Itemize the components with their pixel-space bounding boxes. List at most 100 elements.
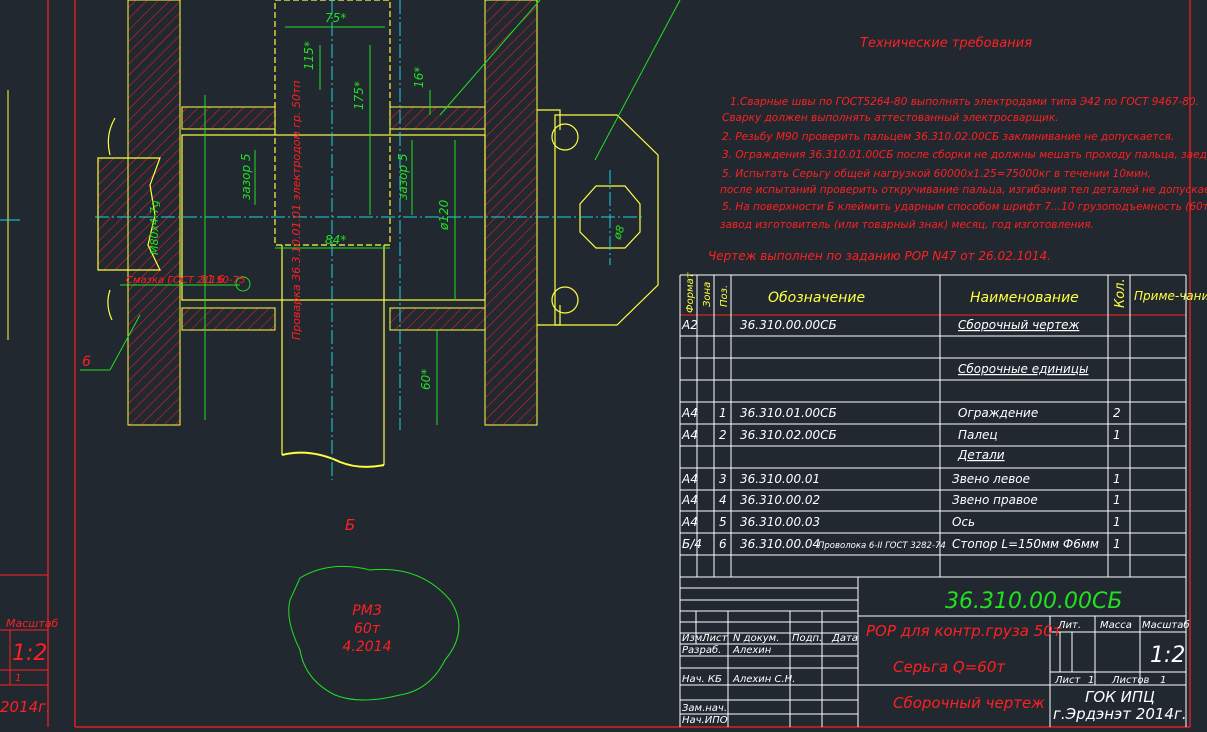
product-line2: Серьга Q=60т (893, 658, 1006, 676)
cell-qty: 1 (1113, 537, 1121, 551)
cell-pos: 6 (719, 537, 727, 551)
cell-name: Ось (952, 515, 975, 529)
dim-84: 84* (325, 233, 346, 247)
stamp-line1: РМЗ (352, 603, 382, 619)
cell-pos: 4 (719, 493, 727, 507)
cell-format: А4 (681, 406, 698, 420)
tech-line-8: завод изготовитель (или товарный знак) м… (720, 219, 1094, 231)
lit-label: Лит. (1057, 620, 1081, 631)
org-line2: г.Эрдэнэт 2014г. (1053, 705, 1187, 723)
col-ndoc: N докум. (733, 633, 779, 644)
spec-row: А4 1 36.310.01.00СБ Ограждение 2 (681, 406, 1121, 420)
view-b-label: Б (345, 516, 355, 534)
tech-line-1: 1.Сварные швы по ГОСТ5264-80 выполнять э… (730, 96, 1199, 108)
gap-right: зазор 5 (396, 153, 410, 200)
cell-name: Сборочные единицы (958, 362, 1088, 376)
sheet-num: 1 (1088, 675, 1094, 686)
cell-format: А2 (681, 318, 698, 332)
cell-format: А4 (681, 428, 698, 442)
spec-row: Сборочные единицы (958, 362, 1088, 376)
nach-ipo-label: Нач.ИПО (682, 715, 728, 726)
doc-type: Сборочный чертеж (893, 694, 1045, 712)
massa-label: Масса (1100, 620, 1132, 631)
tech-line-7: 5. На поверхности Б клеймить ударным спо… (722, 201, 1207, 213)
stamp-area: РМЗ 60т 4.2014 (288, 565, 460, 701)
cell-designation: 36.310.00.00СБ (740, 318, 837, 332)
zam-nach-label: Зам.нач. (682, 703, 727, 714)
cell-pos: 3 (719, 472, 727, 486)
cell-designation: 36.310.01.00СБ (740, 406, 837, 420)
weld-note: Проварка 36.3.10.01.01 электродом гр. 50… (290, 80, 303, 340)
stamp-line3: 4.2014 (343, 639, 392, 655)
cell-format: Б/4 (682, 537, 702, 551)
dim-16: 16* (412, 67, 426, 88)
left-scale: 1:2 (12, 641, 47, 666)
spec-row: А4 4 36.310.00.02 Звено правое 1 (681, 493, 1121, 507)
left-sheets: 1 (15, 673, 21, 684)
col-date: Дата (831, 633, 858, 644)
cell-qty: 1 (1113, 493, 1121, 507)
org-line1: ГОК ИПЦ (1085, 688, 1155, 706)
drawing-canvas: Масштаб 1:2 1 2014г. 75* 115* 175* 16* 8… (0, 0, 1207, 728)
doc-number: 36.310.00.00СБ (945, 589, 1122, 614)
cell-name: Звено правое (952, 493, 1038, 507)
masshtab-label: Масштаб (1142, 619, 1190, 631)
hdr-pos: Поз. (719, 285, 730, 307)
left-masshtab-label: Масштаб (6, 617, 58, 630)
tech-line-6: после испытаний проверить откручивание п… (720, 184, 1207, 196)
hdr-qty: Кол. (1113, 278, 1128, 308)
thread-m80: М80х4-7g (148, 200, 161, 255)
cell-name: Стопор L=150мм Ф6мм (952, 537, 1099, 551)
cell-name: Сборочный чертеж (958, 318, 1080, 332)
scale-value: 1:2 (1150, 643, 1185, 668)
cell-qty: 1 (1113, 515, 1121, 529)
cell-pos: 1 (719, 406, 727, 420)
cell-name: Ограждение (958, 406, 1038, 420)
spec-row: А2 36.310.00.00СБ Сборочный чертеж (681, 318, 1080, 332)
tech-line-4: 3. Ограждения 36.310.01.00СБ после сборк… (722, 149, 1207, 161)
dim-175: 175* (352, 81, 366, 110)
title-block-text: 36.310.00.00СБ РОР для контр.груза 50т С… (682, 589, 1190, 726)
tech-line-5: 5. Испытать Серьгу общей нагрузкой 60000… (722, 168, 1151, 180)
spec-rows: А2 36.310.00.00СБ Сборочный чертеж Сборо… (681, 318, 1121, 551)
cell-material: Проволока 6-II ГОСТ 3282-74 (818, 541, 946, 551)
hdr-format: Формат (685, 271, 696, 313)
hdr-note: Приме-чание (1134, 289, 1207, 303)
cell-designation: 36.310.00.01 (740, 472, 820, 486)
cell-qty: 2 (1113, 406, 1121, 420)
dim-60: 60* (419, 369, 433, 390)
razrab-name: Алехин (732, 645, 772, 656)
dim-120: ø120 (437, 199, 451, 231)
spec-headers: Формат Зона Поз. Обозначение Наименовани… (685, 271, 1207, 313)
hdr-designation: Обозначение (768, 290, 865, 306)
cell-name: Палец (958, 428, 998, 442)
cell-qty: 1 (1113, 472, 1121, 486)
cell-name: Звено левое (952, 472, 1030, 486)
tech-title: Технические требования (860, 36, 1032, 51)
cell-name: Детали (957, 448, 1005, 462)
callout-6: 6 (82, 354, 91, 370)
cell-pos: 5 (719, 515, 727, 529)
gap-left: зазор 5 (239, 153, 253, 200)
hatched-plates (97, 0, 538, 426)
tech-line-2: Сварку должен выполнять аттестованный эл… (722, 112, 1059, 124)
spec-row: Б/4 6 36.310.00.04 Проволока 6-II ГОСТ 3… (682, 537, 1121, 551)
sheet-label: Лист (1054, 675, 1082, 686)
tech-requirements: Технические требования 1.Сварные швы по … (708, 36, 1207, 263)
dim-75: 75* (325, 11, 346, 25)
nach-kb-name: Алехин С.Н. (732, 674, 795, 685)
order-note: Чертеж выполнен по заданию РОР N47 от 26… (708, 249, 1051, 263)
cell-format: А4 (681, 515, 698, 529)
dim-115: 115* (302, 41, 316, 70)
cell-pos: 2 (719, 428, 727, 442)
cut-note: Смазка ГОСТ 21150-75 (126, 275, 245, 286)
spec-row: А4 2 36.310.02.00СБ Палец 1 (681, 428, 1121, 442)
dim-m8: ø8 (610, 224, 627, 242)
spec-row: А4 5 36.310.00.03 Ось 1 (681, 515, 1121, 529)
red-labels: Проварка 36.3.10.01.01 электродом гр. 50… (82, 80, 355, 534)
cell-qty: 1 (1113, 428, 1121, 442)
razrab-label: Разраб. (682, 644, 721, 656)
cell-format: А4 (681, 472, 698, 486)
nach-kb-label: Нач. КБ (682, 674, 722, 685)
spec-row: Детали (957, 448, 1005, 462)
